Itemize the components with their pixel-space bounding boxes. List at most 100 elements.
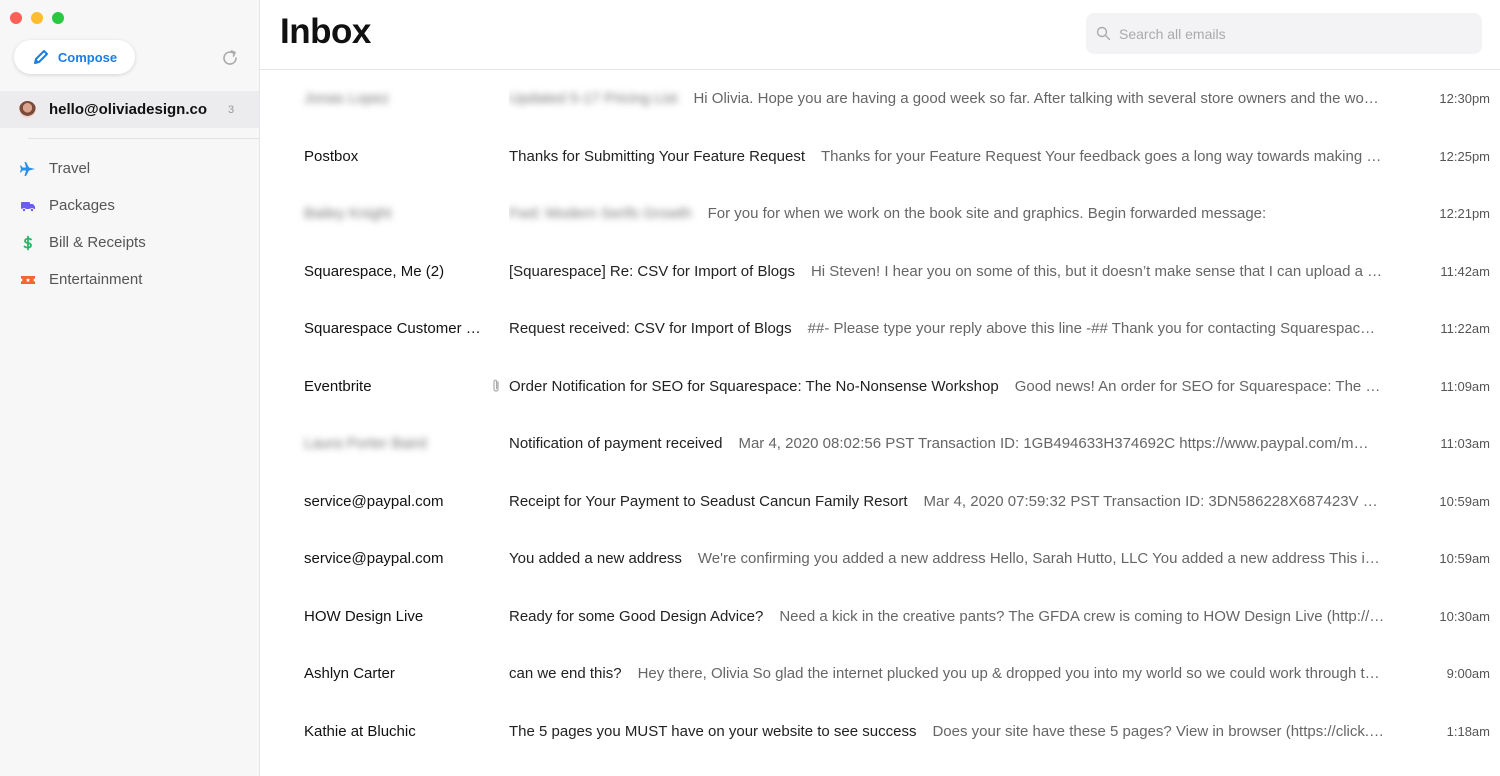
email-content: Updated 5-17 Pricing List Hi Olivia. Hope… <box>509 70 1415 128</box>
email-subject: Fwd: Modern Serifs Growth <box>509 205 692 222</box>
email-subject: Updated 5-17 Pricing List <box>509 90 678 107</box>
avatar <box>19 101 36 118</box>
email-sender: Kathie at Bluchic <box>304 722 416 740</box>
email-sender: Postbox <box>304 147 359 165</box>
email-row[interactable]: Postbox Thanks for Submitting Your Featur… <box>260 128 1500 186</box>
unread-count: 3 <box>228 103 235 116</box>
email-content: Order Notification for SEO for Squarespa… <box>509 358 1415 416</box>
email-row[interactable]: service@paypal.com You added a new addres… <box>260 530 1500 588</box>
email-sender: Ashlyn Carter <box>304 665 395 682</box>
email-content: Notification of payment received Mar 4, 2… <box>509 415 1415 473</box>
email-subject: Request received: CSV for Import of Blog… <box>509 320 792 337</box>
sidebar-item-label: Packages <box>49 197 115 214</box>
email-time: 10:59am <box>1439 493 1490 509</box>
email-content: [Squarespace] Re: CSV for Import of Blog… <box>509 243 1415 301</box>
truck-icon <box>20 198 36 214</box>
email-content: The 5 pages you MUST have on your websit… <box>509 703 1415 761</box>
email-row[interactable]: Bailey Knight Fwd: Modern Serifs Growth Fo… <box>260 185 1500 243</box>
email-subject: Ready for some Good Design Advice? <box>509 607 764 625</box>
minimize-window-button[interactable] <box>31 12 43 24</box>
email-preview: For you for when we work on the book sit… <box>707 205 1267 222</box>
search-input[interactable] <box>1119 25 1459 42</box>
email-preview: We're confirming you added a new address… <box>697 550 1380 567</box>
email-sender: HOW Design Live <box>304 607 424 625</box>
search-bar[interactable] <box>1086 13 1482 54</box>
email-preview: ##- Please type your reply above this li… <box>807 320 1376 337</box>
email-time: 11:03am <box>1440 436 1490 451</box>
email-row[interactable]: Ashlyn Carter can we end this? Hey there, … <box>260 645 1500 703</box>
page-title: Inbox <box>280 12 371 51</box>
window-controls <box>10 12 64 24</box>
email-sender: Laura Porter Baird <box>304 435 427 452</box>
email-preview: Hi Olivia. Hope you are having a good we… <box>693 90 1379 107</box>
email-row[interactable]: HOW Design Live Ready for some Good Desig… <box>260 588 1500 646</box>
close-window-button[interactable] <box>10 12 22 24</box>
email-time: 11:22am <box>1440 321 1490 336</box>
email-sender: Eventbrite <box>304 377 372 395</box>
search-icon <box>1096 26 1111 41</box>
compose-label: Compose <box>57 49 118 65</box>
email-time: 9:00am <box>1446 666 1490 681</box>
email-sender: Squarespace, Me (2) <box>304 262 445 280</box>
email-time: 12:30pm <box>1439 91 1490 106</box>
email-preview: Hey there, Olivia So glad the internet p… <box>637 665 1380 682</box>
sidebar-item-bill-receipts[interactable]: Bill & Receipts <box>0 224 259 261</box>
email-content: can we end this? Hey there, Olivia So gla… <box>509 645 1415 703</box>
sidebar-item-label: Travel <box>49 160 91 177</box>
email-content: Ready for some Good Design Advice? Need a… <box>509 588 1415 646</box>
email-sender: Bailey Knight <box>304 205 392 222</box>
email-sender: service@paypal.com <box>304 492 444 510</box>
email-sender: Squarespace Customer … <box>304 320 481 337</box>
email-time: 10:59am <box>1439 551 1490 566</box>
pencil-icon <box>33 50 48 64</box>
email-preview: Mar 4, 2020 07:59:32 PST Transaction ID:… <box>923 492 1378 510</box>
email-row[interactable]: Squarespace, Me (2) [Squarespace] Re: CSV… <box>260 243 1500 301</box>
email-preview: Good news! An order for SEO for Squaresp… <box>1014 377 1381 395</box>
email-time: 11:09am <box>1440 378 1490 394</box>
email-content: Request received: CSV for Import of Blog… <box>509 300 1415 358</box>
email-subject: Receipt for Your Payment to Seadust Canc… <box>509 492 908 510</box>
email-time: 11:42am <box>1440 263 1490 279</box>
email-subject: can we end this? <box>509 665 622 682</box>
sidebar-item-label: Bill & Receipts <box>49 234 146 251</box>
email-time: 10:30am <box>1439 608 1490 624</box>
email-preview: Hi Steven! I hear you on some of this, b… <box>810 262 1383 280</box>
account-email: hello@oliviadesign.co <box>49 101 207 118</box>
email-row[interactable]: Laura Porter Baird Notification of paymen… <box>260 415 1500 473</box>
email-preview: Mar 4, 2020 08:02:56 PST Transaction ID:… <box>738 435 1369 452</box>
email-time: 12:21pm <box>1439 206 1490 221</box>
account-item[interactable]: hello@oliviadesign.co 3 <box>0 91 259 128</box>
sidebar-divider <box>28 138 259 139</box>
email-content: You added a new address We're confirming … <box>509 530 1415 588</box>
dollar-icon <box>20 235 36 251</box>
email-preview: Need a kick in the creative pants? The G… <box>779 607 1385 625</box>
email-time: 1:18am <box>1446 723 1490 739</box>
email-subject: Order Notification for SEO for Squarespa… <box>509 377 999 395</box>
sidebar-item-label: Entertainment <box>49 271 143 288</box>
email-content: Thanks for Submitting Your Feature Reque… <box>509 128 1415 186</box>
email-row[interactable]: service@paypal.com Receipt for Your Payme… <box>260 473 1500 531</box>
email-sender: service@paypal.com <box>304 550 444 567</box>
compose-button[interactable]: Compose <box>14 40 135 74</box>
email-sender: Jonas Lopez <box>304 90 390 107</box>
main-pane: Inbox Jonas Lopez Updated 5-17 Pricing Li… <box>260 0 1500 776</box>
sidebar-nav: Travel Packages Bill & Receipts Entertai… <box>0 150 259 298</box>
sidebar-item-travel[interactable]: Travel <box>0 150 259 187</box>
email-preview: Thanks for your Feature Request Your fee… <box>821 147 1382 165</box>
email-list: Jonas Lopez Updated 5-17 Pricing List Hi O… <box>260 70 1500 760</box>
ticket-icon <box>20 272 36 288</box>
sidebar: Compose hello@oliviadesign.co 3 Travel P… <box>0 0 260 776</box>
email-row[interactable]: Jonas Lopez Updated 5-17 Pricing List Hi O… <box>260 70 1500 128</box>
email-subject: You added a new address <box>509 550 682 567</box>
email-row[interactable]: Squarespace Customer … Request received: … <box>260 300 1500 358</box>
email-subject: [Squarespace] Re: CSV for Import of Blog… <box>509 262 795 280</box>
refresh-icon[interactable] <box>220 48 240 68</box>
airplane-icon <box>20 161 36 177</box>
zoom-window-button[interactable] <box>52 12 64 24</box>
sidebar-item-entertainment[interactable]: Entertainment <box>0 261 259 298</box>
sidebar-item-packages[interactable]: Packages <box>0 187 259 224</box>
email-subject: Notification of payment received <box>509 435 723 452</box>
email-row[interactable]: Kathie at Bluchic The 5 pages you MUST ha… <box>260 703 1500 761</box>
email-content: Receipt for Your Payment to Seadust Canc… <box>509 473 1415 531</box>
email-row[interactable]: Eventbrite Order Notification for SEO for… <box>260 358 1500 416</box>
